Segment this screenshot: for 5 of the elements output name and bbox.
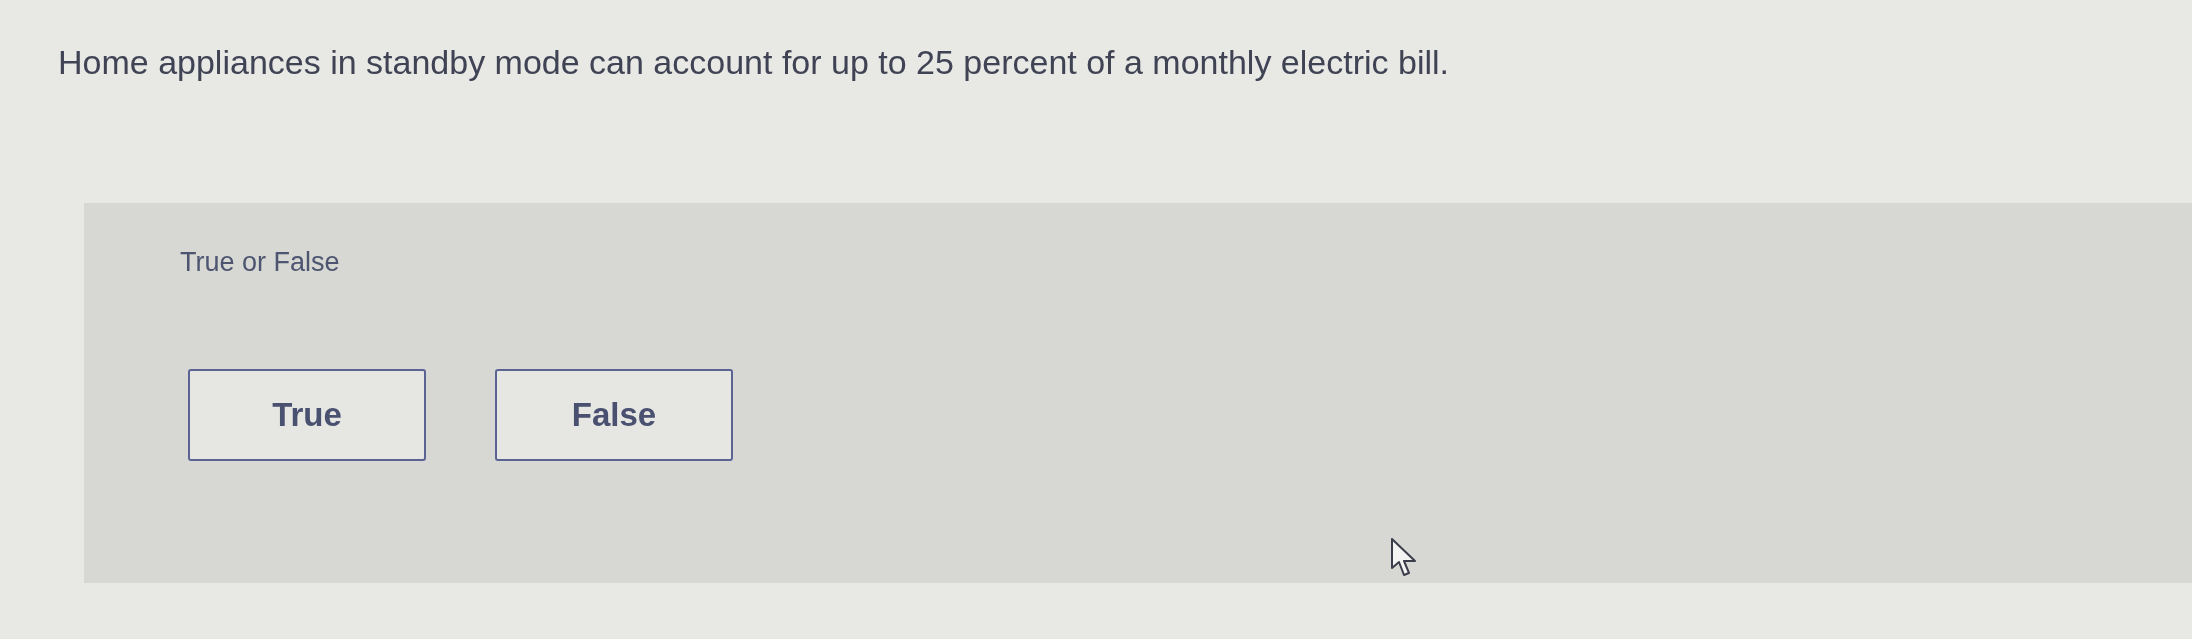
question-type-label: True or False [180,246,340,278]
answer-option-button[interactable]: False [495,369,733,461]
question-text: Home appliances in standby mode can account for up to 25 percent of a monthly electric bill. [58,42,1449,82]
answer-option-button[interactable]: True [188,369,426,461]
mouse-pointer-icon [1391,538,1417,578]
